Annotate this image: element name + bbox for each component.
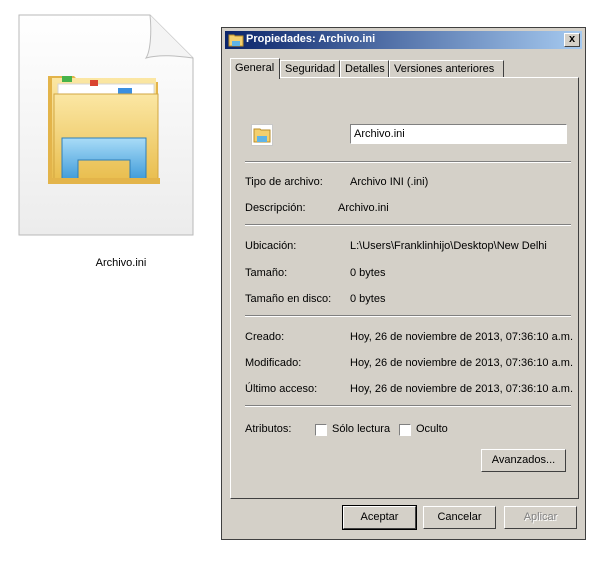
disk-size-value: 0 bytes (350, 293, 386, 305)
created-value: Hoy, 26 de noviembre de 2013, 07:36:10 a… (350, 331, 573, 343)
separator (245, 224, 571, 226)
close-button[interactable]: x (564, 33, 580, 47)
type-label: Tipo de archivo: (245, 176, 323, 188)
tab-general[interactable]: General (230, 58, 280, 79)
location-label: Ubicación: (245, 240, 297, 252)
ini-file-explorer-icon (18, 14, 194, 236)
accessed-label: Último acceso: (245, 383, 318, 395)
readonly-checkbox[interactable] (315, 424, 327, 436)
separator (245, 405, 571, 407)
file-name-input[interactable] (350, 124, 567, 144)
advanced-button[interactable]: Avanzados... (481, 449, 566, 472)
folder-small-icon (251, 124, 273, 149)
tab-details[interactable]: Detalles (340, 60, 389, 78)
modified-value: Hoy, 26 de noviembre de 2013, 07:36:10 a… (350, 357, 573, 369)
folder-icon (228, 32, 244, 48)
modified-label: Modificado: (245, 357, 302, 369)
type-value: Archivo INI (.ini) (350, 176, 429, 188)
hidden-label[interactable]: Oculto (416, 423, 448, 435)
created-label: Creado: (245, 331, 285, 343)
apply-button: Aplicar (504, 506, 577, 529)
readonly-label[interactable]: Sólo lectura (332, 423, 390, 435)
cancel-button[interactable]: Cancelar (423, 506, 496, 529)
accessed-value: Hoy, 26 de noviembre de 2013, 07:36:10 a… (350, 383, 573, 395)
separator (245, 315, 571, 317)
description-value: Archivo.ini (338, 202, 389, 214)
attributes-label: Atributos: (245, 423, 292, 435)
accept-button[interactable]: Aceptar (342, 505, 417, 530)
dialog-title: Propiedades: Archivo.ini (246, 33, 376, 45)
location-value: L:\Users\Franklinhijo\Desktop\New Delhi (350, 240, 547, 252)
desktop-file-label[interactable]: Archivo.ini (18, 257, 224, 269)
tab-security[interactable]: Seguridad (280, 60, 340, 78)
desktop-file-icon[interactable] (18, 14, 194, 236)
size-value: 0 bytes (350, 267, 386, 279)
properties-dialog: Propiedades: Archivo.ini x General Segur… (221, 27, 586, 540)
general-panel: Tipo de archivo: Archivo INI (.ini) Desc… (230, 77, 579, 499)
tab-previous-versions[interactable]: Versiones anteriores (389, 60, 504, 78)
description-label: Descripción: (245, 202, 306, 214)
hidden-checkbox[interactable] (399, 424, 411, 436)
title-bar[interactable]: Propiedades: Archivo.ini x (225, 31, 582, 49)
disk-size-label: Tamaño en disco: (245, 293, 332, 305)
separator (245, 161, 571, 163)
size-label: Tamaño: (245, 267, 288, 279)
